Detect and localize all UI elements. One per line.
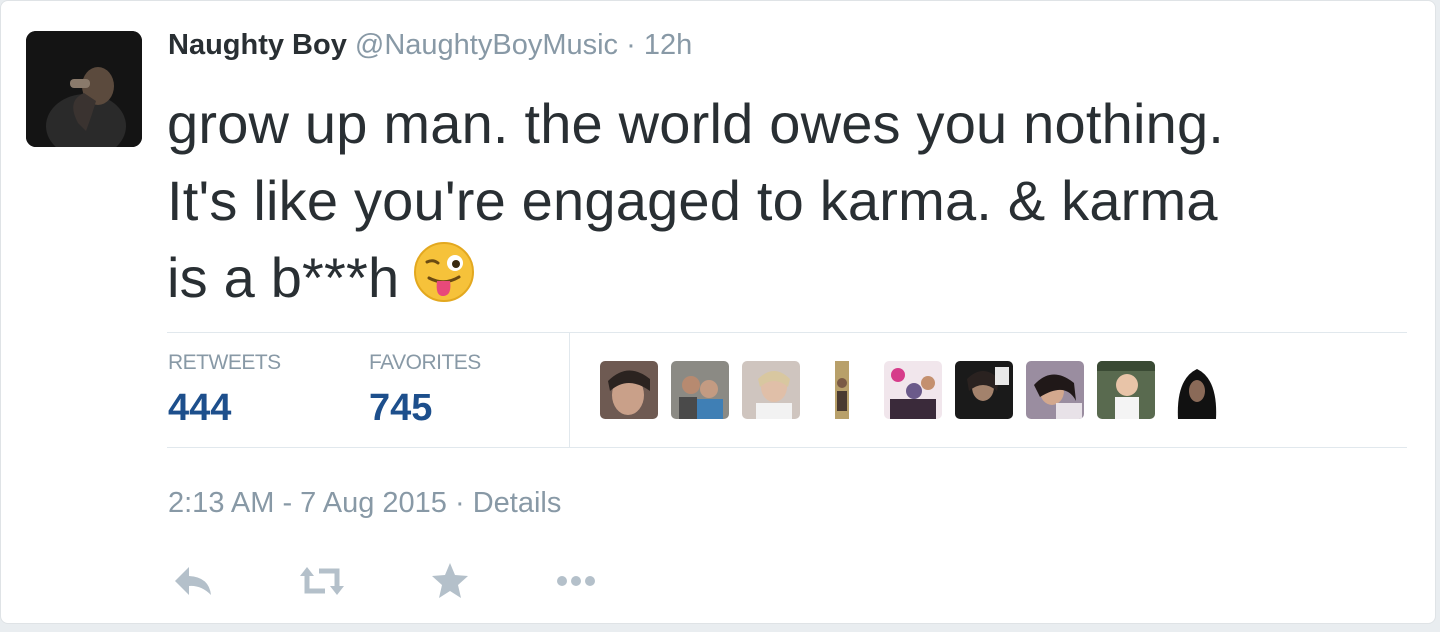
more-icon[interactable] bbox=[553, 559, 599, 603]
favoriter-avatar[interactable] bbox=[742, 361, 800, 419]
favoriter-avatar[interactable] bbox=[884, 361, 942, 419]
favorites-count[interactable]: 745 bbox=[369, 387, 432, 430]
retweets-label[interactable]: RETWEETS bbox=[168, 351, 281, 375]
avatar[interactable] bbox=[26, 31, 142, 147]
author-name[interactable]: Naughty Boy bbox=[168, 29, 347, 61]
favoriter-avatar[interactable] bbox=[1168, 361, 1226, 419]
star-icon[interactable] bbox=[427, 559, 473, 603]
retweet-icon[interactable] bbox=[299, 559, 345, 603]
favoriter-avatar[interactable] bbox=[813, 361, 871, 419]
tweet-header: Naughty Boy @NaughtyBoyMusic · 12h bbox=[168, 29, 692, 62]
favoriter-avatar[interactable] bbox=[1097, 361, 1155, 419]
favoriter-avatar[interactable] bbox=[955, 361, 1013, 419]
header-separator: · bbox=[626, 29, 636, 61]
retweets-count[interactable]: 444 bbox=[168, 387, 231, 430]
favoriter-avatar[interactable] bbox=[600, 361, 658, 419]
reply-icon[interactable] bbox=[171, 559, 217, 603]
stats-divider-vertical bbox=[569, 332, 570, 448]
tweet-timestamp: 2:13 AM - 7 Aug 2015 · Details bbox=[168, 487, 561, 520]
stats-divider-top bbox=[167, 332, 1407, 333]
favoriter-avatar[interactable] bbox=[671, 361, 729, 419]
tweet-text: grow up man. the world owes you nothing.… bbox=[167, 85, 1397, 316]
tweet-text-line: It's like you're engaged to karma. & kar… bbox=[167, 169, 1218, 232]
tweet-text-fragment: is a b***h bbox=[167, 246, 400, 309]
tweet-text-line: grow up man. the world owes you nothing. bbox=[167, 92, 1225, 155]
stats-divider-bottom bbox=[167, 447, 1407, 448]
timestamp-separator: · bbox=[455, 487, 465, 519]
details-link[interactable]: Details bbox=[473, 487, 562, 519]
favoriter-avatar[interactable] bbox=[1026, 361, 1084, 419]
tweet-text-line: is a b***h bbox=[167, 239, 1397, 316]
favorites-label[interactable]: FAVORITES bbox=[369, 351, 481, 375]
relative-time[interactable]: 12h bbox=[644, 29, 692, 61]
timestamp-value[interactable]: 2:13 AM - 7 Aug 2015 bbox=[168, 487, 447, 519]
author-handle[interactable]: @NaughtyBoyMusic bbox=[355, 29, 618, 61]
winking-face-with-tongue-icon bbox=[413, 241, 475, 303]
tweet-card: Naughty Boy @NaughtyBoyMusic · 12h grow … bbox=[0, 0, 1436, 624]
